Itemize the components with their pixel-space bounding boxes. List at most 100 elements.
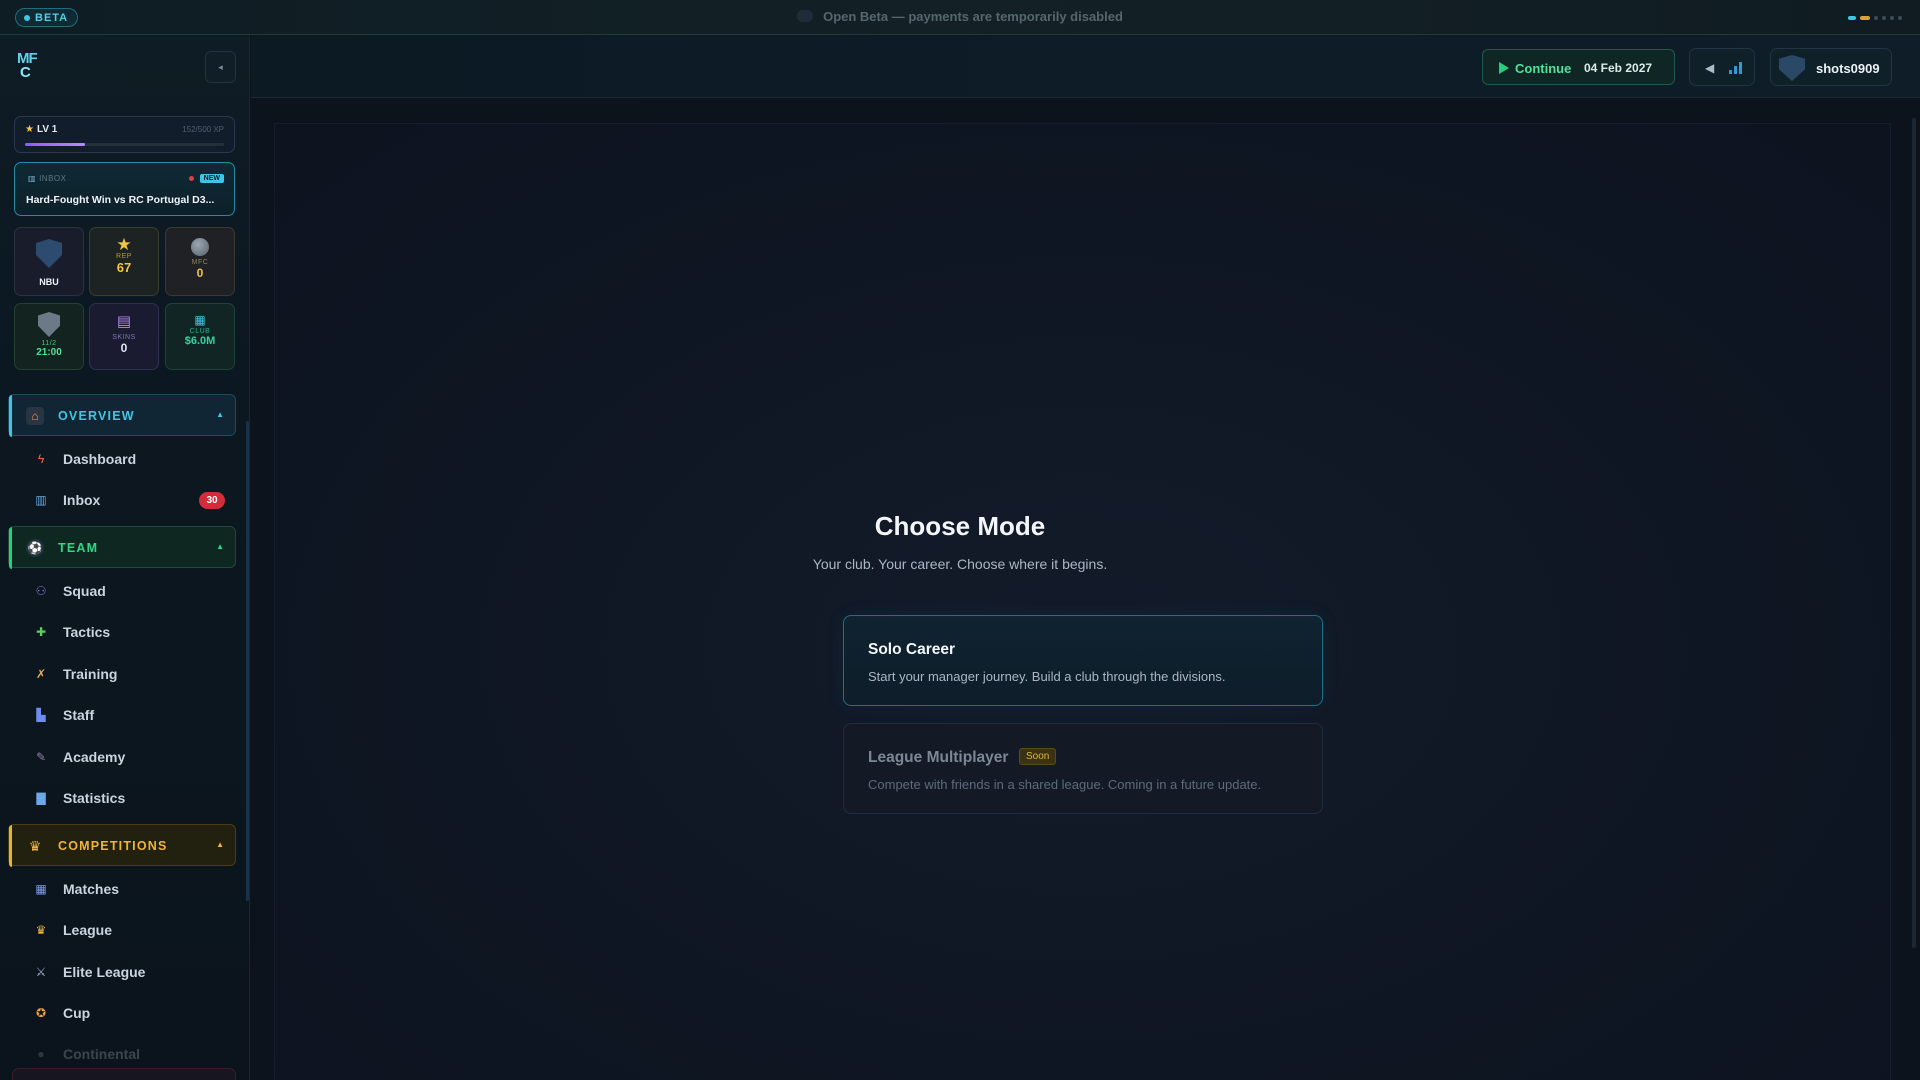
mfc-value: 0 [196, 266, 204, 280]
sidebar-item-league[interactable]: ♛ League [8, 912, 236, 948]
sidebar-item-label: Continental [63, 1046, 140, 1062]
calendar-icon: ▦ [35, 882, 47, 896]
sidebar-item-dashboard[interactable]: ϟ Dashboard [8, 441, 236, 477]
inbox-tag: ▥ INBOX [28, 174, 66, 183]
carousel-dot[interactable] [1898, 16, 1902, 20]
page-subtitle: Your club. Your career. Choose where it … [812, 556, 1108, 572]
sidebar-item-elite-league[interactable]: ⚔ Elite League [8, 954, 236, 990]
speaker-icon: ◀ [1705, 61, 1715, 75]
inbox-card-title: Hard-Fought Win vs RC Portugal D3... [26, 194, 215, 206]
coin-icon [191, 238, 209, 256]
mode-card-description: Start your manager journey. Build a club… [868, 669, 1226, 684]
level-xp: 152/500 XP [182, 125, 224, 134]
collapse-sidebar-button[interactable]: ◂ [205, 51, 236, 83]
carousel-dot[interactable] [1848, 16, 1856, 20]
sidebar-item-label: League [63, 922, 113, 938]
mailbox-icon: ▥ [35, 493, 47, 507]
sidebar-item-label: Tactics [63, 624, 111, 640]
section-accent-bar [9, 395, 12, 437]
new-badge: NEW [199, 174, 224, 183]
carousel-dot[interactable] [1874, 16, 1878, 20]
avatar [1779, 55, 1805, 81]
game-date: 04 Feb 2027 [1584, 61, 1653, 75]
volume-level-icon [1729, 62, 1742, 74]
soon-badge: Soon [1019, 748, 1057, 765]
sidebar-item-label: Inbox [63, 492, 101, 508]
sidebar-item-staff[interactable]: ▙ Staff [8, 697, 236, 733]
inbox-notification-card[interactable]: ▥ INBOX NEW Hard-Fought Win vs RC Portuga… [14, 162, 235, 216]
mode-card-description: Compete with friends in a shared league.… [868, 777, 1262, 792]
user-menu-button[interactable]: shots0909 [1770, 48, 1892, 86]
username: shots0909 [1816, 61, 1880, 76]
carousel-dot[interactable] [1882, 16, 1886, 20]
club-funds-label: CLUB [189, 328, 211, 335]
trophy-icon: ♛ [35, 923, 47, 937]
inbox-count-badge: 30 [199, 492, 225, 509]
opponent-crest-icon [38, 312, 60, 337]
medal-icon: ✪ [35, 1006, 47, 1020]
sidebar-item-statistics[interactable]: ▇ Statistics [8, 780, 236, 816]
level-card[interactable]: ★ LV 1 152/500 XP [14, 116, 235, 153]
continue-label: Continue [1515, 61, 1572, 76]
crossed-swords-icon: ⚔ [35, 965, 47, 979]
mfc-label: MFC [191, 259, 209, 266]
runner-icon: ✗ [35, 667, 47, 681]
chevron-left-icon: ◂ [218, 61, 223, 72]
house-icon: ⌂ [26, 407, 44, 425]
wardrobe-icon: ▤ [116, 313, 132, 330]
sidebar-item-squad[interactable]: ⚇ Squad [8, 573, 236, 609]
chevron-up-icon: ▲ [216, 840, 224, 849]
carousel-dots[interactable] [1848, 16, 1902, 20]
continue-button[interactable]: Continue 04 Feb 2027 [1482, 49, 1675, 85]
bar-chart-icon: ▇ [36, 791, 46, 805]
mailbox-icon: ▥ [28, 174, 37, 183]
sidebar-footer-card[interactable] [12, 1068, 236, 1080]
carousel-dot-active[interactable] [1860, 16, 1870, 20]
section-competitions[interactable]: ♛ COMPETITIONS ▲ [8, 824, 236, 867]
new-indicator: NEW [188, 174, 224, 183]
carousel-dot[interactable] [1890, 16, 1894, 20]
club-tile[interactable]: NBU [14, 227, 84, 296]
beta-message: Open Beta — payments are temporarily dis… [0, 9, 1920, 24]
next-match-tile[interactable]: 11/2 21:00 [14, 303, 84, 370]
sidebar-scrollbar[interactable] [246, 421, 249, 901]
skins-tile[interactable]: ▤ SKINS 0 [89, 303, 159, 370]
bank-icon: ▦ [194, 313, 206, 327]
staff-icon: ▙ [36, 708, 46, 722]
sidebar-item-matches[interactable]: ▦ Matches [8, 871, 236, 907]
sidebar-item-label: Cup [63, 1005, 91, 1021]
sidebar-item-cup[interactable]: ✪ Cup [8, 995, 236, 1031]
rep-value: 67 [116, 260, 132, 275]
sidebar-item-label: Academy [63, 749, 126, 765]
mode-card-title: Solo Career [868, 641, 956, 658]
puzzle-icon: ✚ [35, 625, 47, 639]
mode-card-title: League Multiplayer [868, 749, 1009, 766]
sidebar-item-training[interactable]: ✗ Training [8, 656, 236, 692]
chevron-up-icon: ▲ [216, 410, 224, 419]
unread-dot-icon [188, 176, 194, 181]
star-icon: ★ [25, 124, 34, 135]
app-logo[interactable]: MF C [17, 51, 45, 84]
sound-button[interactable]: ◀ [1689, 48, 1755, 86]
club-funds-tile[interactable]: ▦ CLUB $6.0M [165, 303, 235, 370]
sidebar-item-continental[interactable]: ● Continental [8, 1036, 236, 1072]
reputation-tile[interactable]: ★ REP 67 [89, 227, 159, 296]
play-icon [1499, 62, 1509, 74]
sidebar-item-label: Elite League [63, 964, 146, 980]
club-tile-value: NBU [39, 277, 59, 287]
inbox-tag-label: INBOX [39, 174, 67, 183]
section-overview[interactable]: ⌂ OVERVIEW ▲ [8, 394, 236, 437]
xp-progress-fill [25, 143, 86, 146]
beta-message-text: Open Beta — payments are temporarily dis… [823, 9, 1123, 24]
level-value: LV 1 [36, 124, 58, 135]
solo-career-card[interactable]: Solo Career Start your manager journey. … [843, 615, 1323, 706]
sidebar-item-academy[interactable]: ✎ Academy [8, 739, 236, 775]
sidebar-item-label: Staff [63, 707, 95, 723]
mfc-coins-tile[interactable]: MFC 0 [165, 227, 235, 296]
section-overview-label: OVERVIEW [58, 409, 135, 423]
next-match-date: 11/2 [41, 340, 57, 347]
xp-progress-bar [25, 143, 224, 146]
sidebar-item-label: Dashboard [63, 451, 137, 467]
club-crest-icon [36, 239, 62, 268]
sidebar-item-tactics[interactable]: ✚ Tactics [8, 614, 236, 650]
